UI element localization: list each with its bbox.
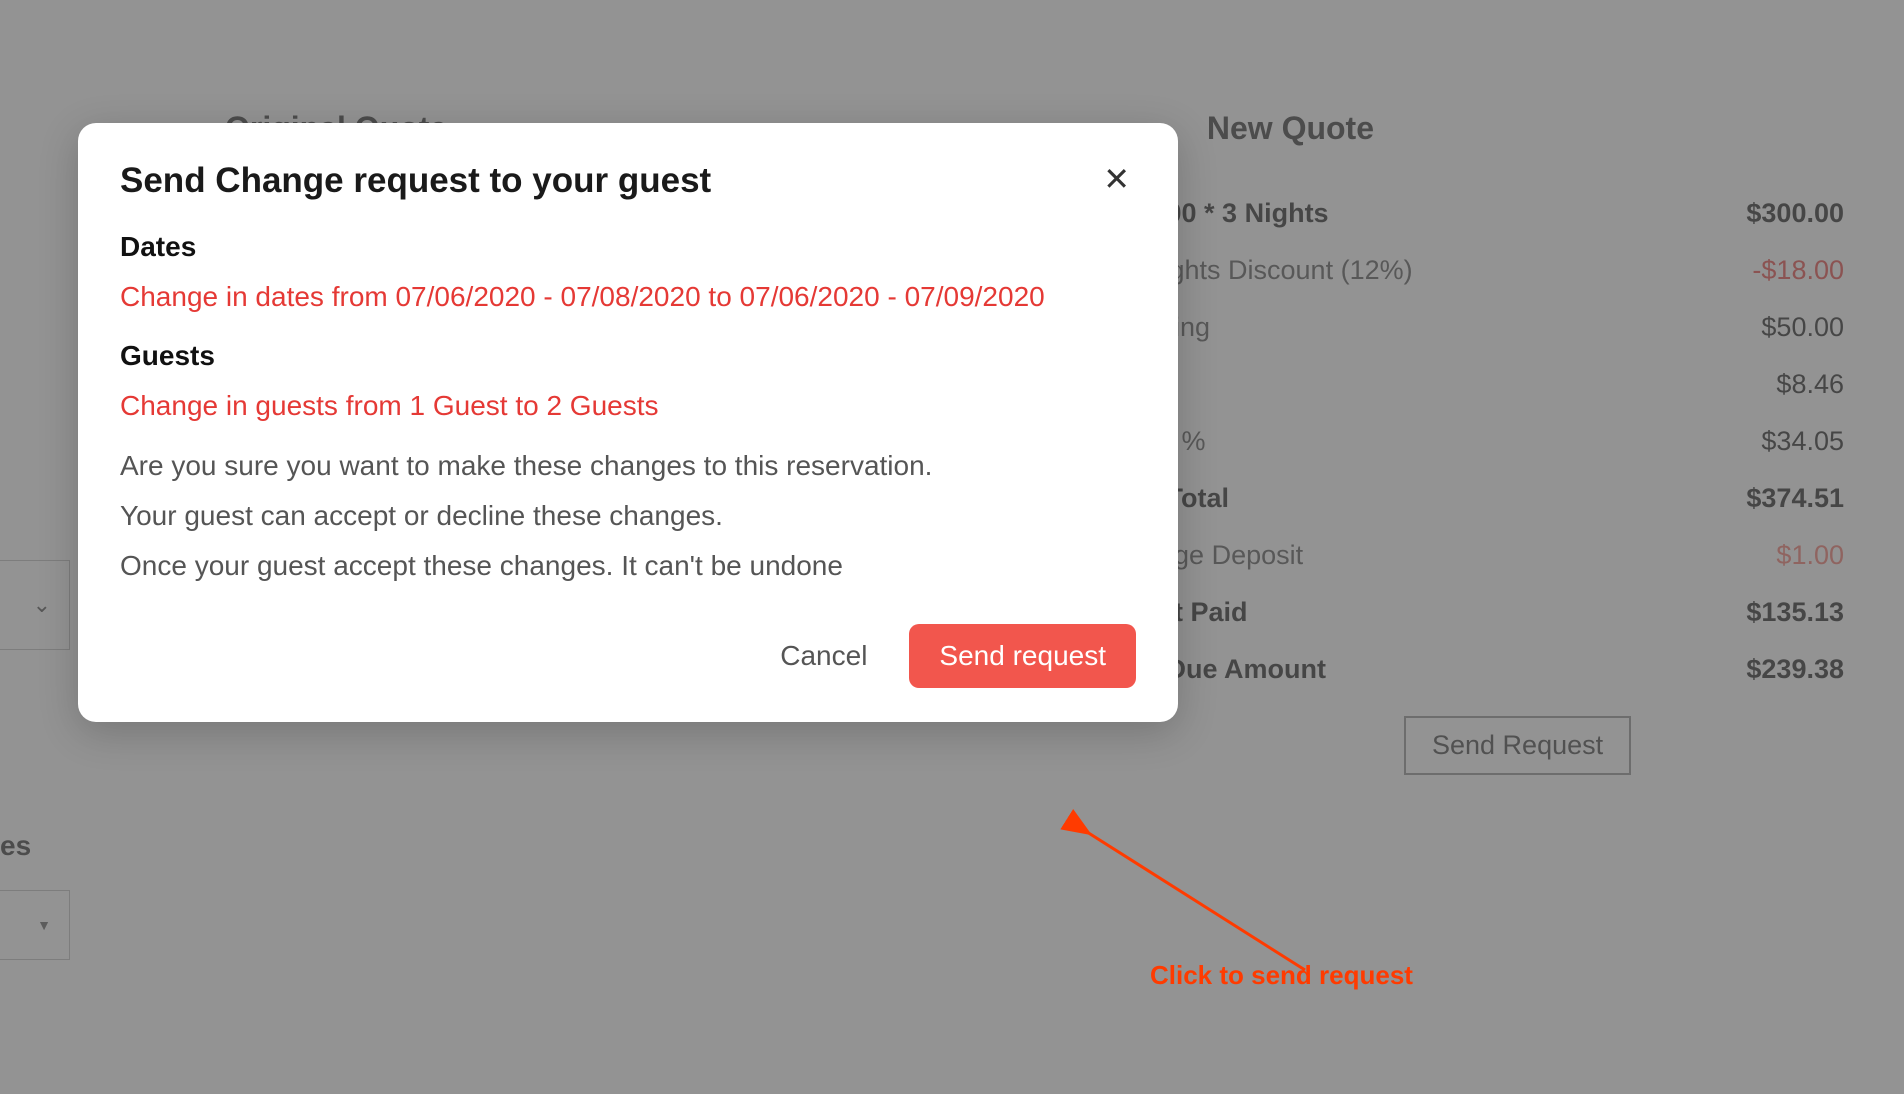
annotation-text: Click to send request [1150,960,1413,991]
guests-section-label: Guests [120,340,1136,372]
dates-change-text: Change in dates from 07/06/2020 - 07/08/… [120,275,1136,318]
send-request-button[interactable]: Send request [909,624,1136,688]
modal-title: Send Change request to your guest [120,161,711,201]
confirm-text: Are you sure you want to make these chan… [120,450,1136,482]
change-request-modal: Send Change request to your guest ✕ Date… [78,123,1178,722]
irreversible-text: Once your guest accept these changes. It… [120,550,1136,582]
dates-section-label: Dates [120,231,1136,263]
guests-change-text: Change in guests from 1 Guest to 2 Guest… [120,384,1136,427]
close-icon[interactable]: ✕ [1097,161,1136,197]
cancel-button[interactable]: Cancel [772,630,875,682]
accept-decline-text: Your guest can accept or decline these c… [120,500,1136,532]
